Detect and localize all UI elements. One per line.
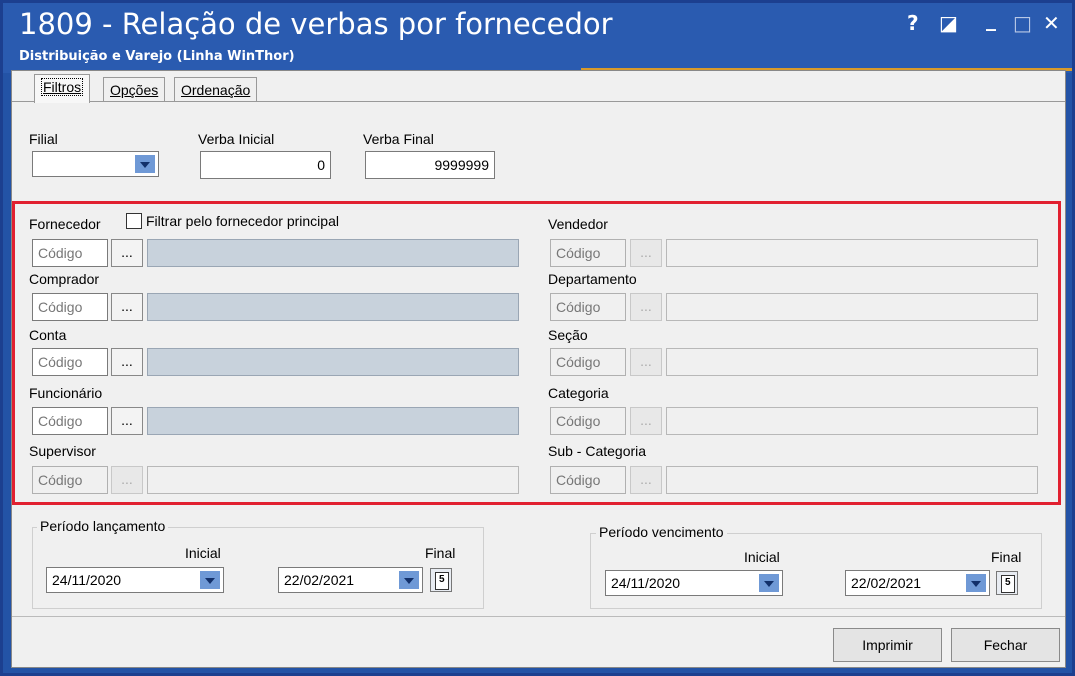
fornecedor-label: Fornecedor [29,216,101,232]
verba-final-label: Verba Final [363,131,434,147]
imprimir-button[interactable]: Imprimir [833,628,942,662]
vencimento-final-label: Final [991,549,1022,565]
vencimento-final-date[interactable]: 22/02/2021 [845,570,990,596]
tab-opcoes[interactable]: Opções [103,77,166,102]
categoria-lookup-button[interactable]: ... [630,407,662,435]
lancamento-inicial-label: Inicial [185,545,221,561]
filial-select[interactable] [32,151,159,177]
calendar-icon[interactable] [430,568,452,592]
tab-label: Ordenação [181,82,251,98]
chevron-down-icon[interactable] [200,571,220,589]
periodo-vencimento-title: Período vencimento [596,524,727,540]
categoria-label: Categoria [548,385,609,401]
supervisor-lookup-button[interactable]: ... [111,466,143,494]
title-bar[interactable]: 1809 - Relação de verbas por fornecedor … [3,3,1072,73]
fornecedor-principal-label: Filtrar pelo fornecedor principal [146,213,339,229]
chevron-down-icon[interactable] [135,155,155,173]
chevron-down-icon[interactable] [966,574,986,592]
supervisor-label: Supervisor [29,443,96,459]
footer-divider [12,616,1065,617]
tab-divider [12,101,1065,102]
departamento-label: Departamento [548,271,637,287]
lancamento-final-date[interactable]: 22/02/2021 [278,567,423,593]
subcategoria-label: Sub - Categoria [548,443,647,459]
chevron-down-icon[interactable] [759,574,779,592]
fornecedor-principal-checkbox[interactable] [126,213,142,229]
help-icon[interactable]: ? [907,11,919,35]
funcionario-lookup-button[interactable]: ... [111,407,143,435]
verba-inicial-label: Verba Inicial [198,131,275,147]
secao-code-input[interactable]: Código [550,348,626,376]
fechar-label: Fechar [983,637,1028,653]
conta-code-input[interactable]: Código [32,348,108,376]
filial-label: Filial [29,131,58,147]
supervisor-description [147,466,519,494]
tab-strip: Filtros Opções Ordenação [12,71,1065,103]
comprador-code-input[interactable]: Código [32,293,108,321]
departamento-description [666,293,1038,321]
conta-description [147,348,519,376]
calendar-icon[interactable] [996,571,1018,595]
vendedor-lookup-button[interactable]: ... [630,239,662,267]
tab-filtros[interactable]: Filtros [34,74,91,103]
conta-lookup-button[interactable]: ... [111,348,143,376]
imprimir-label: Imprimir [862,637,913,653]
fechar-button[interactable]: Fechar [951,628,1060,662]
verba-final-input[interactable]: 9999999 [365,151,495,179]
subcategoria-code-input[interactable]: Código [550,466,626,494]
lancamento-final-label: Final [425,545,456,561]
window-title: 1809 - Relação de verbas por fornecedor [19,7,613,41]
secao-description [666,348,1038,376]
verba-inicial-input[interactable]: 0 [200,151,331,179]
tab-ordenacao[interactable]: Ordenação [174,77,258,102]
conta-label: Conta [29,327,67,343]
categoria-description [666,407,1038,435]
restore-icon[interactable]: ◪ [939,11,958,35]
funcionario-description [147,407,519,435]
client-area: Filtros Opções Ordenação Filial Verba In… [11,70,1066,668]
lancamento-final-value: 22/02/2021 [284,572,355,588]
comprador-label: Comprador [29,271,100,287]
chevron-down-icon[interactable] [399,571,419,589]
secao-label: Seção [548,327,588,343]
comprador-description [147,293,519,321]
subcategoria-description [666,466,1038,494]
supervisor-code-input[interactable]: Código [32,466,108,494]
vencimento-final-value: 22/02/2021 [851,575,922,591]
vendedor-code-input[interactable]: Código [550,239,626,267]
vencimento-inicial-label: Inicial [744,549,780,565]
fornecedor-lookup-button[interactable]: ... [111,239,143,267]
secao-lookup-button[interactable]: ... [630,348,662,376]
window-subtitle: Distribuição e Varejo (Linha WinThor) [19,49,295,64]
tab-label: Opções [110,82,159,98]
comprador-lookup-button[interactable]: ... [111,293,143,321]
vencimento-inicial-value: 24/11/2020 [611,575,681,591]
vencimento-inicial-date[interactable]: 24/11/2020 [605,570,783,596]
departamento-lookup-button[interactable]: ... [630,293,662,321]
vendedor-label: Vendedor [548,216,608,232]
departamento-code-input[interactable]: Código [550,293,626,321]
maximize-icon[interactable]: □ [1013,11,1032,35]
close-icon[interactable]: ✕ [1043,11,1060,35]
subcategoria-lookup-button[interactable]: ... [630,466,662,494]
fornecedor-code-input[interactable]: Código [32,239,108,267]
minimize-icon[interactable]: _ [986,7,996,31]
tab-label: Filtros [41,78,84,96]
funcionario-label: Funcionário [29,385,103,401]
periodo-lancamento-title: Período lançamento [37,518,169,534]
lancamento-inicial-value: 24/11/2020 [52,572,122,588]
lancamento-inicial-date[interactable]: 24/11/2020 [46,567,224,593]
categoria-code-input[interactable]: Código [550,407,626,435]
fornecedor-description [147,239,519,267]
funcionario-code-input[interactable]: Código [32,407,108,435]
vendedor-description [666,239,1038,267]
